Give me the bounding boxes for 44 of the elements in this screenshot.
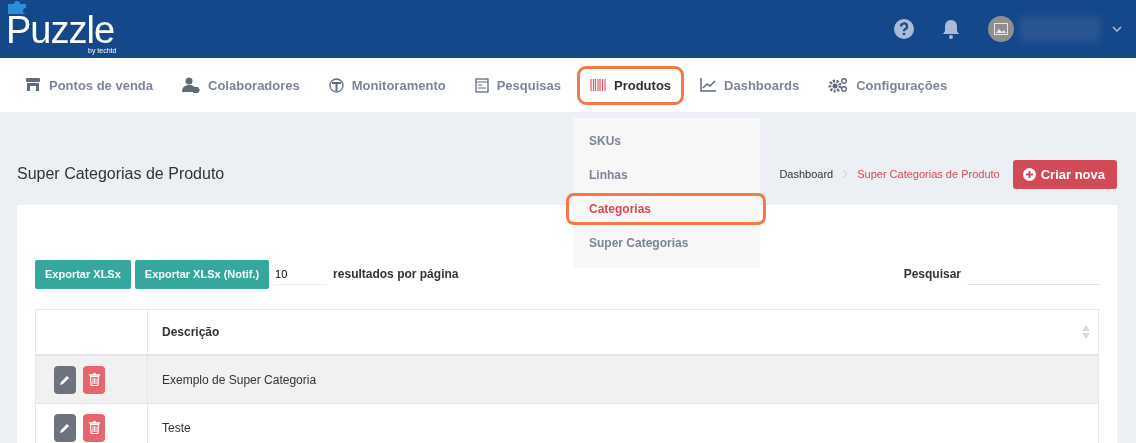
nav-tab[interactable]: Colaboradores (169, 65, 313, 105)
edit-button[interactable] (54, 413, 76, 442)
trash-icon (88, 421, 100, 434)
page-size-label: resultados por página (333, 267, 459, 281)
bell-icon[interactable] (942, 19, 960, 39)
pin-icon (328, 77, 344, 93)
help-icon[interactable] (894, 19, 914, 39)
store-icon (25, 78, 41, 92)
breadcrumb-link[interactable]: Dashboard (779, 168, 834, 180)
gears-icon (828, 77, 849, 93)
edit-button[interactable] (54, 365, 76, 394)
trash-icon (88, 373, 100, 386)
pencil-icon (59, 373, 71, 386)
logo-text: Puzzle (6, 15, 115, 45)
menu-item[interactable]: Categorias (566, 192, 766, 225)
search-label: Pesquisar (903, 267, 961, 281)
users-icon (182, 77, 201, 93)
barcode-icon (590, 79, 606, 91)
table-cell-text: Exemplo de Super Categoria (161, 371, 318, 389)
create-button[interactable]: Criar nova (1012, 159, 1117, 189)
form-icon (474, 77, 489, 93)
export-button[interactable]: Exportar XLSx (35, 259, 131, 289)
nav-tab[interactable]: Pontos de venda (12, 65, 167, 105)
plus-circle-icon (1022, 167, 1036, 181)
page-title: Super Categorias de Produto (17, 165, 225, 183)
nav-tab[interactable]: Produtos (577, 65, 685, 105)
menu-item[interactable]: Super Categorias (566, 226, 766, 259)
delete-button[interactable] (83, 365, 105, 394)
delete-button[interactable] (83, 413, 105, 442)
pencil-icon (59, 421, 71, 434)
breadcrumb-link[interactable]: Super Categorias de Produto (857, 168, 1000, 180)
nav-tab[interactable]: Pesquisas (461, 65, 574, 105)
nav-tab[interactable]: Dashboards (687, 65, 813, 105)
table-cell-text: Teste (161, 419, 192, 437)
menu-item[interactable]: SKUs (566, 124, 766, 157)
chart-icon (700, 78, 717, 92)
column-header[interactable]: Descrição (148, 310, 1098, 354)
caret-icon[interactable] (1112, 26, 1122, 32)
avatar-image-icon[interactable] (988, 16, 1014, 42)
menu-item[interactable]: Linhas (566, 158, 766, 191)
export-button[interactable]: Exportar XLSx (Notif.) (134, 259, 270, 289)
nav-tab[interactable]: Monitoramento (315, 65, 459, 105)
nav-tab[interactable]: Configurações (815, 65, 961, 105)
chevron-icon (842, 169, 849, 179)
